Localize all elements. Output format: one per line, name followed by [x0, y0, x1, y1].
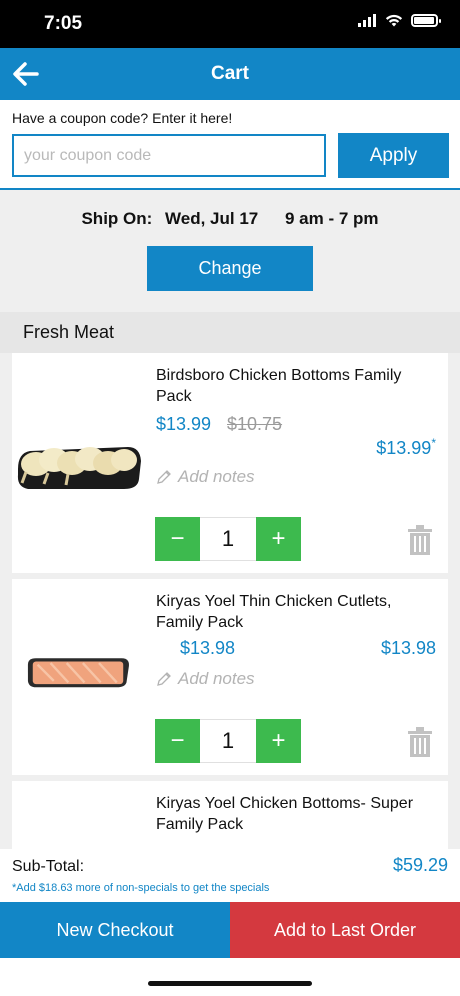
decrease-button[interactable]: − [155, 517, 200, 561]
notes-placeholder: Add notes [178, 669, 255, 688]
coupon-section: Have a coupon code? Enter it here! Apply [0, 100, 460, 190]
special-mark: * [431, 436, 436, 450]
category-header: Fresh Meat [0, 312, 460, 353]
quantity-stepper: − 1 + [155, 719, 301, 763]
home-area [0, 958, 460, 996]
quantity-stepper: − 1 + [155, 517, 301, 561]
increase-button[interactable]: + [256, 517, 301, 561]
item-name[interactable]: Kiryas Yoel Thin Chicken Cutlets, Family… [156, 591, 416, 633]
minus-icon: − [170, 525, 185, 552]
add-to-last-order-button[interactable]: Add to Last Order [230, 902, 460, 958]
item-original-price: $10.75 [227, 414, 283, 434]
product-image [27, 658, 129, 688]
cart-item: Kiryas Yoel Chicken Bottoms- Super Famil… [12, 781, 448, 849]
apply-button[interactable]: Apply [338, 133, 449, 178]
item-total: $13.98 [380, 638, 436, 658]
cart-item: Kiryas Yoel Thin Chicken Cutlets, Family… [12, 579, 448, 775]
decrease-button[interactable]: − [155, 719, 200, 763]
signal-icon [358, 14, 376, 27]
category-title: Fresh Meat [23, 322, 115, 342]
cart-list[interactable]: Birdsboro Chicken Bottoms Family Pack $1… [0, 353, 460, 849]
item-name[interactable]: Kiryas Yoel Chicken Bottoms- Super Famil… [156, 793, 416, 835]
shipping-section: Ship On: Wed, Jul 17 9 am - 7 pm Change [0, 190, 460, 312]
wifi-icon [385, 14, 403, 27]
item-price: $13.99 [156, 414, 212, 434]
ship-date: Wed, Jul 17 [165, 209, 259, 228]
bottom-actions: New Checkout Add to Last Order [0, 902, 460, 958]
quantity-value: 1 [200, 517, 256, 561]
item-name[interactable]: Birdsboro Chicken Bottoms Family Pack [156, 365, 416, 407]
subtotal-value: $59.29 [392, 855, 448, 875]
pencil-icon [157, 672, 171, 686]
trash-icon[interactable] [408, 727, 432, 757]
increase-button[interactable]: + [256, 719, 301, 763]
notes-placeholder: Add notes [178, 467, 255, 486]
home-indicator[interactable] [148, 981, 312, 986]
specials-note: *Add $18.63 more of non-specials to get … [12, 882, 270, 894]
pencil-icon [157, 470, 171, 484]
nav-bar: Cart [0, 48, 460, 100]
add-notes-field[interactable]: Add notes [156, 669, 255, 689]
ship-info: Ship On: Wed, Jul 17 9 am - 7 pm [0, 209, 460, 229]
plus-icon: + [271, 727, 286, 754]
coupon-label: Have a coupon code? Enter it here! [12, 110, 233, 126]
subtotal-label: Sub-Total: [12, 858, 85, 875]
battery-icon [411, 14, 441, 27]
ship-label: Ship On: [81, 209, 153, 228]
status-bar: 7:05 [0, 0, 460, 48]
item-total-value: $13.99 [376, 438, 432, 458]
new-checkout-button[interactable]: New Checkout [0, 902, 230, 958]
status-icons [358, 14, 441, 27]
page-title: Cart [210, 63, 249, 84]
coupon-input[interactable] [12, 134, 326, 177]
ship-window: 9 am - 7 pm [284, 209, 379, 228]
cart-item: Birdsboro Chicken Bottoms Family Pack $1… [12, 353, 448, 573]
change-ship-button[interactable]: Change [147, 246, 313, 291]
plus-icon: + [271, 525, 286, 552]
trash-icon[interactable] [408, 525, 432, 555]
notch [114, 0, 346, 34]
subtotal-section: Sub-Total: $59.29 *Add $18.63 more of no… [0, 849, 460, 902]
item-total: $13.99* [376, 436, 436, 459]
minus-icon: − [170, 727, 185, 754]
add-notes-field[interactable]: Add notes [156, 467, 255, 487]
product-image [17, 447, 142, 489]
quantity-value: 1 [200, 719, 256, 763]
item-price: $13.98 [180, 638, 236, 658]
status-time: 7:05 [44, 13, 83, 34]
